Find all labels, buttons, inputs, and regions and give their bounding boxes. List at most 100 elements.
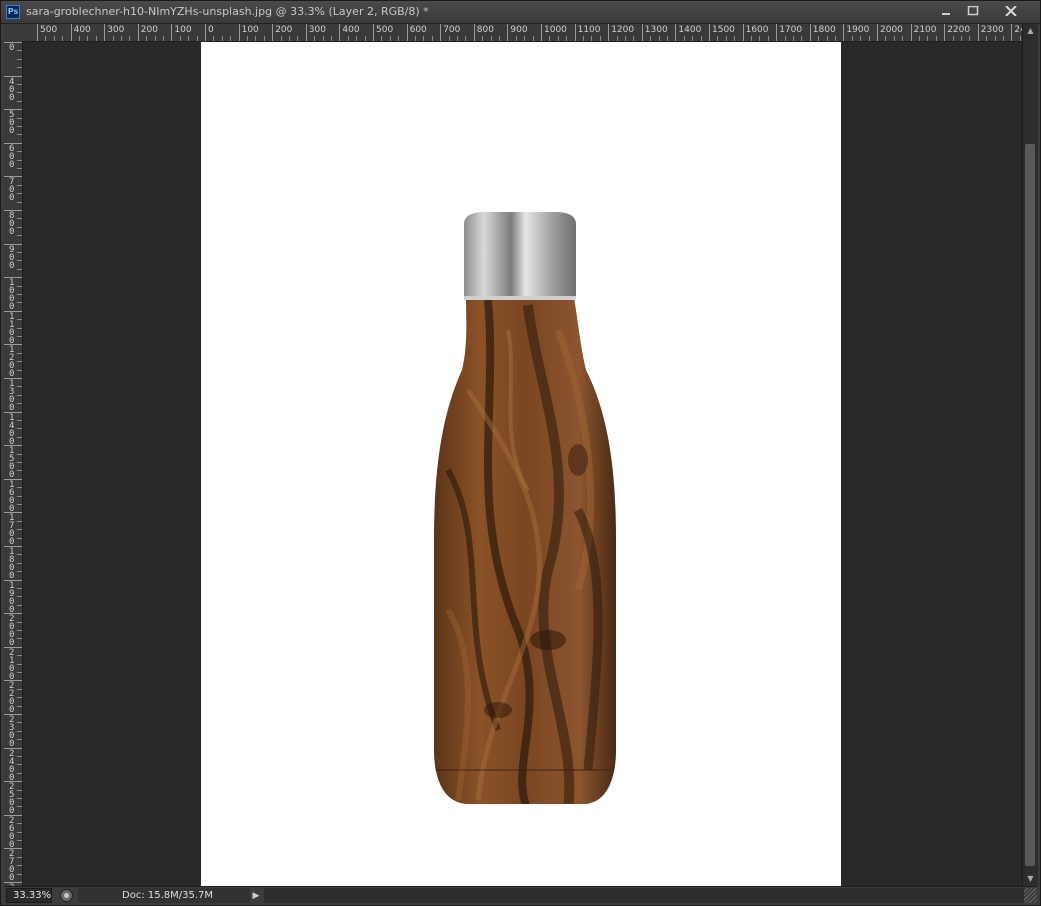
ruler-minor-tick [17, 218, 22, 220]
ruler-minor-tick [163, 36, 164, 41]
ruler-minor-tick [650, 36, 652, 41]
ruler-minor-tick [725, 36, 727, 41]
vertical-scroll-thumb[interactable] [1025, 144, 1035, 866]
ruler-minor-tick [17, 562, 22, 564]
ruler-minor-tick [331, 36, 332, 41]
ruler-minor-tick [994, 36, 996, 41]
ruler-minor-tick [17, 58, 22, 60]
ruler-minor-tick [17, 571, 22, 573]
ruler-minor-tick [1019, 36, 1021, 41]
canvas-workspace[interactable] [23, 42, 1022, 886]
ruler-minor-tick [297, 36, 299, 41]
ruler-minor-tick [692, 36, 694, 41]
ruler-minor-tick [835, 36, 836, 41]
ruler-label: 300 [308, 25, 326, 35]
ruler-label: 100 [241, 25, 259, 35]
maximize-button[interactable] [960, 2, 986, 20]
ruler-minor-tick [17, 554, 22, 556]
ruler-label: 2100 [913, 25, 937, 35]
ruler-minor-tick [625, 36, 626, 41]
ruler-major-tick [272, 24, 274, 41]
ruler-minor-tick [826, 36, 828, 41]
ruler-minor-tick [17, 756, 22, 757]
ruler-minor-tick [17, 772, 22, 774]
ruler-label: 1900 [846, 25, 870, 35]
ruler-label: 1600 [745, 25, 769, 35]
ruler-major-tick [541, 24, 542, 41]
ruler-minor-tick [17, 67, 22, 69]
scroll-down-arrow-icon[interactable]: ▼ [1023, 872, 1038, 886]
ruler-label: 1400 [678, 25, 702, 35]
document-title: sara-groblechner-h10-NImYZHs-unsplash.jp… [26, 5, 429, 18]
ruler-minor-tick [289, 36, 290, 41]
ruler-minor-tick [17, 50, 22, 52]
ruler-minor-tick [448, 36, 450, 41]
ruler-minor-tick [17, 596, 22, 598]
ruler-minor-tick [767, 36, 769, 41]
vertical-ruler[interactable]: 0400500600700800900100011001200130014001… [4, 41, 23, 886]
ruler-minor-tick [247, 36, 248, 41]
ruler-minor-tick [927, 36, 929, 41]
ruler-minor-tick [95, 36, 97, 41]
status-bar: 33.33% Doc: 15.8M/35.7M ▶ [4, 886, 1037, 905]
ruler-label: 1500 [712, 25, 735, 35]
ruler-minor-tick [17, 260, 22, 262]
ruler-label: 400 [342, 25, 360, 35]
document-canvas[interactable] [201, 42, 841, 886]
ruler-minor-tick [17, 588, 22, 589]
ruler-minor-tick [415, 36, 416, 41]
ruler-minor-tick [969, 36, 971, 41]
ruler-minor-tick [784, 36, 786, 41]
status-menu-arrow-icon[interactable]: ▶ [250, 889, 262, 903]
ruler-minor-tick [398, 36, 400, 41]
status-info-icon[interactable] [60, 889, 73, 902]
ruler-minor-tick [17, 688, 22, 690]
ruler-minor-tick [1003, 36, 1004, 41]
minimize-button[interactable] [933, 2, 959, 20]
ruler-minor-tick [17, 663, 22, 665]
ruler-minor-tick [499, 36, 500, 41]
resize-grip-icon[interactable] [1024, 888, 1037, 903]
ruler-minor-tick [17, 126, 22, 127]
ruler-minor-tick [902, 36, 904, 41]
ruler-minor-tick [860, 36, 862, 41]
ruler-minor-tick [818, 36, 820, 41]
ruler-minor-tick [616, 36, 618, 41]
ruler-major-tick [507, 24, 509, 41]
photoshop-document-window: Ps sara-groblechner-h10-NImYZHs-unsplash… [0, 0, 1041, 906]
ruler-minor-tick [17, 873, 22, 875]
ruler-minor-tick [17, 394, 22, 396]
ruler-minor-tick [17, 226, 22, 228]
ruler-origin-corner[interactable] [4, 24, 23, 42]
ruler-minor-tick [17, 504, 22, 505]
ruler-minor-tick [17, 151, 22, 153]
ruler-major-tick [305, 24, 307, 41]
ruler-minor-tick [17, 672, 22, 673]
zoom-level-field[interactable]: 33.33% [6, 888, 52, 903]
ruler-minor-tick [154, 36, 156, 41]
ruler-major-tick [608, 24, 610, 41]
horizontal-ruler[interactable]: 500 400 300 200 100 0 100 200 300 400 500 600 700 800… [22, 24, 1022, 42]
ruler-minor-tick [381, 36, 383, 41]
ruler-major-tick [171, 24, 173, 41]
ruler-minor-tick [851, 36, 853, 41]
ruler-minor-tick [734, 36, 736, 41]
title-bar[interactable]: Ps sara-groblechner-h10-NImYZHs-unsplash… [1, 1, 1040, 24]
horizontal-scrollbar[interactable] [264, 888, 1024, 903]
ruler-minor-tick [633, 36, 635, 41]
ruler-minor-tick [356, 36, 358, 41]
ruler-label: 200 [275, 25, 293, 35]
ruler-minor-tick [524, 36, 526, 41]
ruler-minor-tick [17, 453, 22, 455]
bottle-image [434, 212, 616, 804]
scroll-up-arrow-icon[interactable]: ▲ [1023, 24, 1038, 38]
ruler-minor-tick [465, 36, 467, 41]
ruler-major-tick [776, 24, 778, 41]
ruler-minor-tick [17, 235, 22, 237]
ruler-minor-tick [683, 36, 685, 41]
vertical-scrollbar[interactable]: ▲ ▼ [1022, 24, 1038, 886]
close-button[interactable] [996, 2, 1026, 20]
ruler-minor-tick [17, 352, 22, 354]
ruler-major-tick [104, 24, 106, 41]
ruler-minor-tick [667, 36, 668, 41]
